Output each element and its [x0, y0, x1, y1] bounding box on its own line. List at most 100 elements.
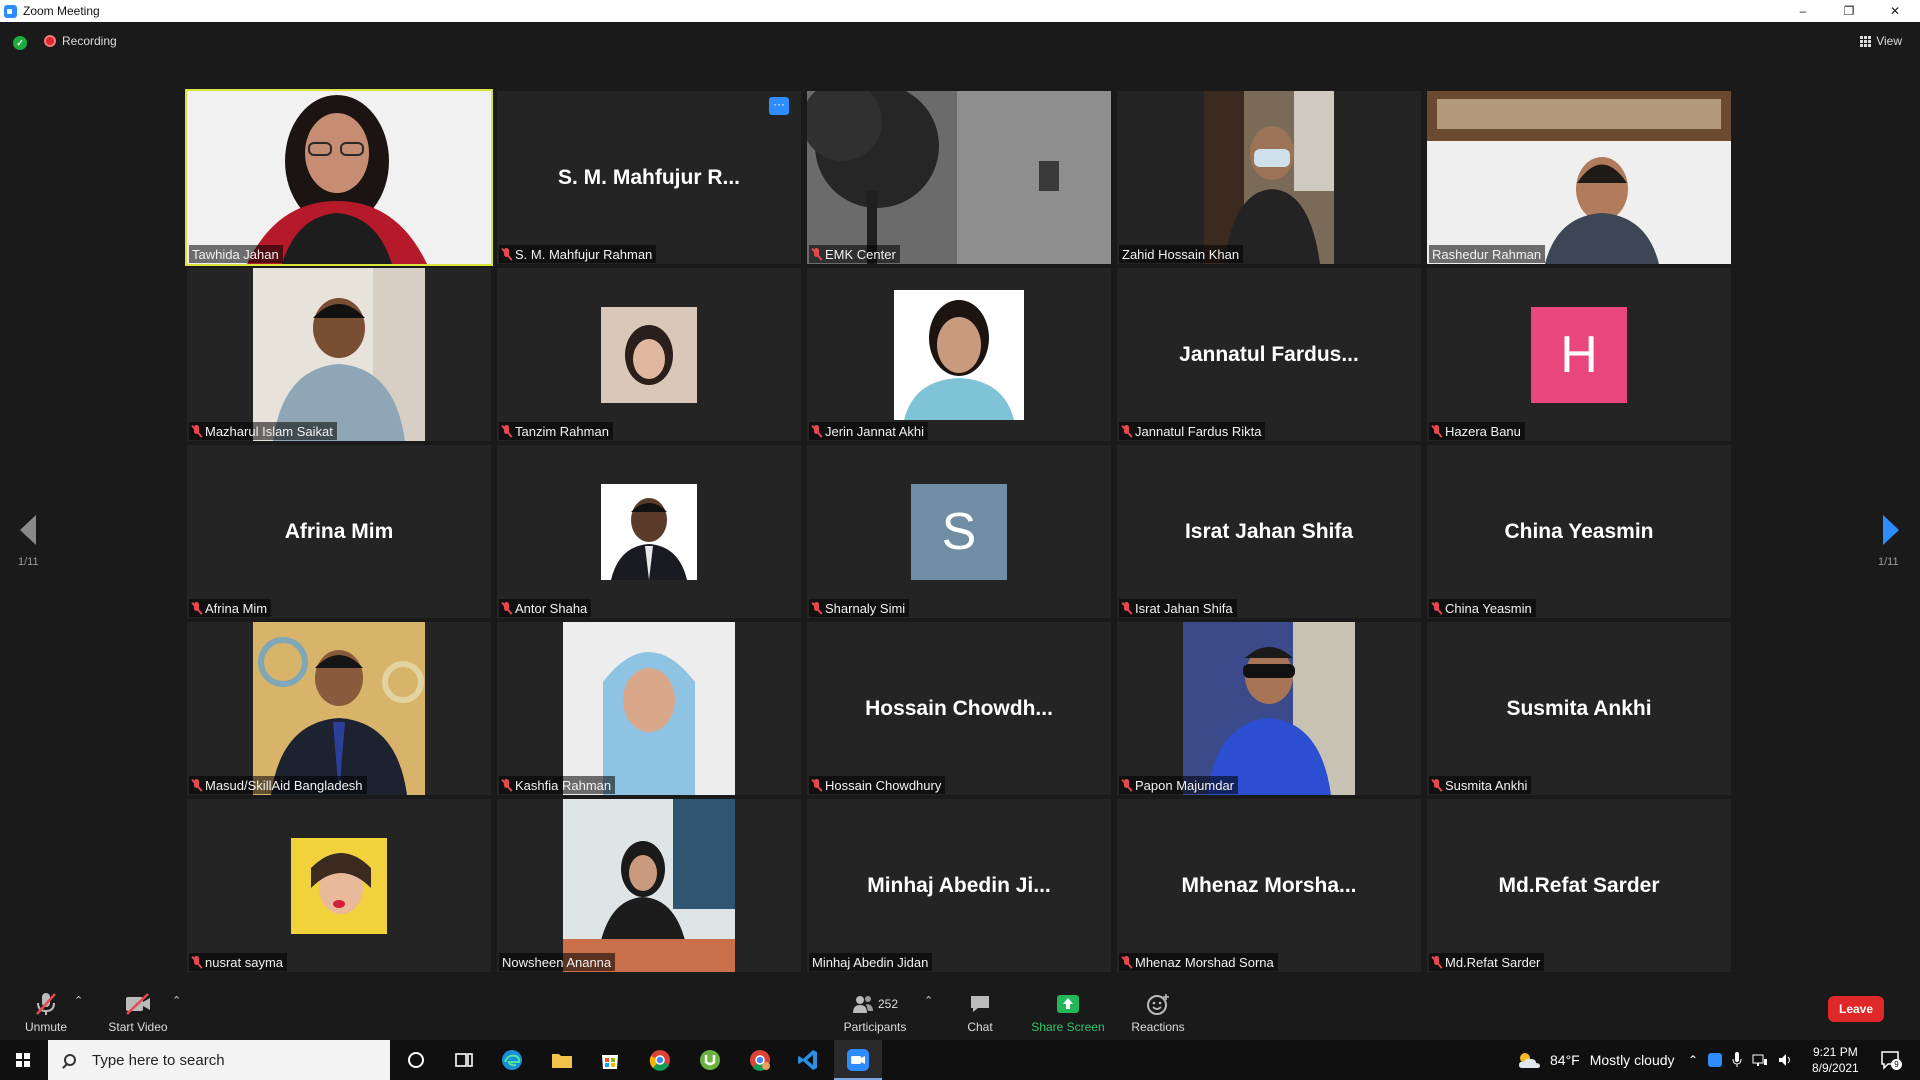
participant-tile[interactable]: Md.Refat Sarder Md.Refat Sarder	[1427, 799, 1731, 972]
participant-tile[interactable]: Jerin Jannat Akhi	[807, 268, 1111, 441]
participant-tile[interactable]: Zahid Hossain Khan	[1117, 91, 1421, 264]
participant-tile[interactable]: S Sharnaly Simi	[807, 445, 1111, 618]
participant-tile[interactable]: Papon Majumdar	[1117, 622, 1421, 795]
participant-tile[interactable]: Afrina Mim Afrina Mim	[187, 445, 491, 618]
participant-name-label: Mazharul Islam Saikat	[189, 422, 337, 440]
participant-name-label: Zahid Hossain Khan	[1119, 245, 1244, 263]
participant-tile[interactable]: Susmita Ankhi Susmita Ankhi	[1427, 622, 1731, 795]
share-screen-icon	[1057, 995, 1079, 1013]
participant-tile[interactable]: Masud/SkillAid Bangladesh	[187, 622, 491, 795]
participant-tile[interactable]: H Hazera Banu	[1427, 268, 1731, 441]
participant-tile[interactable]: Rashedur Rahman	[1427, 91, 1731, 264]
participants-options-caret-icon[interactable]: ⌃	[924, 994, 933, 1007]
participants-icon	[852, 996, 873, 1013]
participant-tile[interactable]: S. M. Mahfujur R... ··· S. M. Mahfujur R…	[497, 91, 801, 264]
participant-name-label: Jannatul Fardus Rikta	[1119, 422, 1266, 440]
participants-button[interactable]: 252 Participants	[842, 992, 908, 1034]
next-page-arrow-icon[interactable]	[1883, 515, 1899, 545]
reactions-label: Reactions	[1131, 1020, 1185, 1034]
chrome-browser-icon[interactable]	[648, 1048, 672, 1072]
zoom-taskbar-item[interactable]	[834, 1040, 882, 1080]
more-options-button[interactable]: ···	[769, 97, 789, 115]
muted-mic-icon	[812, 247, 821, 261]
search-placeholder: Type here to search	[92, 1051, 225, 1069]
share-screen-button[interactable]: Share Screen	[1030, 992, 1106, 1034]
participant-tile[interactable]: Antor Shaha	[497, 445, 801, 618]
reactions-button[interactable]: Reactions	[1130, 992, 1186, 1034]
participant-tile[interactable]: Mhenaz Morsha... Mhenaz Morshad Sorna	[1117, 799, 1421, 972]
participant-tile[interactable]: EMK Center	[807, 91, 1111, 264]
muted-mic-icon	[192, 955, 201, 969]
zoom-tray-icon[interactable]	[1708, 1053, 1723, 1067]
participant-tile[interactable]: Mazharul Islam Saikat	[187, 268, 491, 441]
video-options-caret-icon[interactable]: ⌃	[172, 994, 181, 1007]
clock-time: 9:21 PM	[1813, 1045, 1858, 1059]
windows-start-icon[interactable]	[16, 1053, 30, 1067]
participant-name-label: Nowsheen Ananna	[499, 953, 616, 971]
audio-options-caret-icon[interactable]: ⌃	[74, 994, 83, 1007]
chat-button[interactable]: Chat	[960, 992, 1000, 1034]
leave-button[interactable]: Leave	[1828, 996, 1884, 1022]
muted-mic-icon	[502, 424, 511, 438]
volume-tray-icon[interactable]	[1778, 1053, 1794, 1067]
participant-tile[interactable]: Israt Jahan Shifa Israt Jahan Shifa	[1117, 445, 1421, 618]
action-center-button[interactable]: 9	[1880, 1050, 1902, 1070]
start-video-button[interactable]: Start Video	[106, 992, 170, 1034]
participant-tile[interactable]: Jannatul Fardus... Jannatul Fardus Rikta	[1117, 268, 1421, 441]
title-bar: Zoom Meeting – ❐ ✕	[0, 0, 1920, 22]
participant-display-name: Hossain Chowdh...	[865, 696, 1053, 720]
utorrent-icon[interactable]	[698, 1048, 722, 1072]
view-label: View	[1876, 34, 1902, 48]
participant-tile[interactable]: Nowsheen Ananna	[497, 799, 801, 972]
show-hidden-icons-chevron-icon[interactable]: ⌃	[1688, 1053, 1698, 1067]
clock-date: 8/9/2021	[1812, 1061, 1859, 1075]
restore-button[interactable]: ❐	[1826, 0, 1872, 22]
participant-avatar	[894, 289, 1024, 420]
participants-count: 252	[877, 997, 899, 1011]
participant-tile[interactable]: Tawhida Jahan	[185, 89, 493, 266]
participant-name-label: Rashedur Rahman	[1429, 245, 1546, 263]
microsoft-store-icon[interactable]	[598, 1048, 622, 1072]
muted-mic-icon	[192, 424, 201, 438]
task-view-icon[interactable]	[452, 1048, 476, 1072]
participant-tile[interactable]: Hossain Chowdh... Hossain Chowdhury	[807, 622, 1111, 795]
microphone-tray-icon[interactable]	[1732, 1052, 1742, 1068]
recording-indicator[interactable]: Recording	[44, 34, 117, 48]
vscode-icon[interactable]	[796, 1048, 820, 1072]
participant-tile[interactable]: Kashfia Rahman	[497, 622, 801, 795]
recording-label: Recording	[62, 34, 117, 48]
muted-mic-icon	[502, 601, 511, 615]
participant-video	[1204, 91, 1334, 264]
encryption-shield-icon[interactable]: ✓	[13, 36, 27, 50]
cortana-icon[interactable]	[404, 1048, 428, 1072]
edge-browser-icon[interactable]	[500, 1048, 524, 1072]
participant-tile[interactable]: China Yeasmin China Yeasmin	[1427, 445, 1731, 618]
taskbar-search-box[interactable]: Type here to search	[48, 1040, 390, 1080]
file-explorer-icon[interactable]	[550, 1048, 574, 1072]
participant-name-label: Tawhida Jahan	[189, 245, 283, 263]
participant-avatar	[291, 837, 387, 934]
network-tray-icon[interactable]	[1752, 1053, 1768, 1067]
search-icon	[64, 1054, 76, 1066]
participant-tile[interactable]: nusrat sayma	[187, 799, 491, 972]
minimize-button[interactable]: –	[1780, 0, 1826, 22]
unmute-button[interactable]: Unmute	[20, 992, 72, 1034]
participant-tile[interactable]: Tanzim Rahman	[497, 268, 801, 441]
participant-name-label: S. M. Mahfujur Rahman	[499, 245, 657, 263]
participant-avatar	[601, 306, 697, 403]
chat-icon	[971, 996, 989, 1012]
taskbar-clock[interactable]: 9:21 PM 8/9/2021	[1812, 1044, 1859, 1076]
participant-name-label: nusrat sayma	[189, 953, 288, 971]
participant-video	[563, 622, 735, 795]
muted-mic-icon	[1122, 955, 1131, 969]
participant-name-label: Hazera Banu	[1429, 422, 1525, 440]
close-button[interactable]: ✕	[1872, 0, 1918, 22]
unmute-label: Unmute	[24, 1020, 68, 1034]
view-button[interactable]: View	[1860, 34, 1902, 48]
participant-tile[interactable]: Minhaj Abedin Ji... Minhaj Abedin Jidan	[807, 799, 1111, 972]
chrome-profile-icon[interactable]	[748, 1048, 772, 1072]
muted-mic-icon	[1122, 601, 1131, 615]
previous-page-arrow-icon[interactable]	[20, 515, 36, 545]
muted-mic-icon	[812, 601, 821, 615]
weather-widget[interactable]: 84°F Mostly cloudy	[1516, 1040, 1675, 1080]
